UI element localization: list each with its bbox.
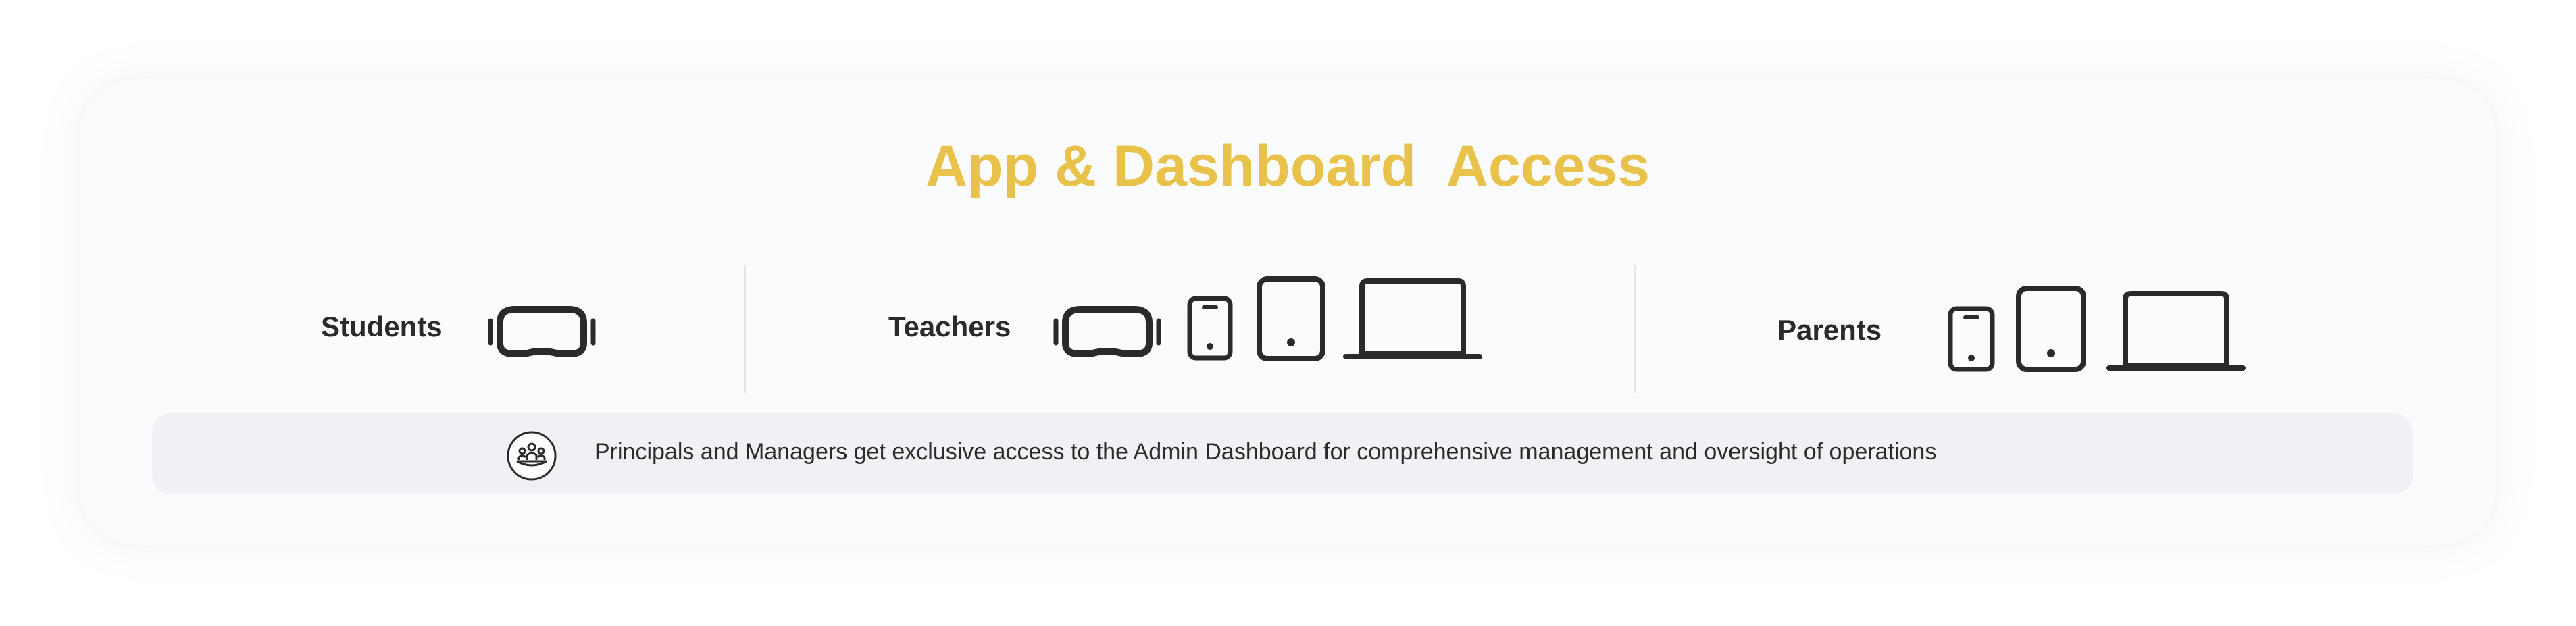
group-label-students: Students xyxy=(321,311,443,342)
vr-headset-icon xyxy=(488,303,596,361)
vr-headset-icon xyxy=(1053,303,1161,361)
smartphone-icon xyxy=(1947,305,1996,373)
laptop-icon xyxy=(1343,276,1482,362)
tablet-icon xyxy=(2015,285,2087,373)
tablet-icon xyxy=(1256,276,1326,362)
group-people-icon xyxy=(506,430,557,485)
admin-note-text: Principals and Managers get exclusive ac… xyxy=(595,439,1937,465)
smartphone-icon xyxy=(1186,295,1234,361)
page-title: App & Dashboard Access xyxy=(925,134,1650,199)
laptop-icon xyxy=(2106,288,2246,373)
group-label-teachers: Teachers xyxy=(888,311,1011,342)
access-card: App & Dashboard Access Students Teachers xyxy=(80,79,2496,545)
divider xyxy=(744,265,746,393)
group-label-parents: Parents xyxy=(1777,314,1882,346)
divider xyxy=(1634,265,1636,393)
